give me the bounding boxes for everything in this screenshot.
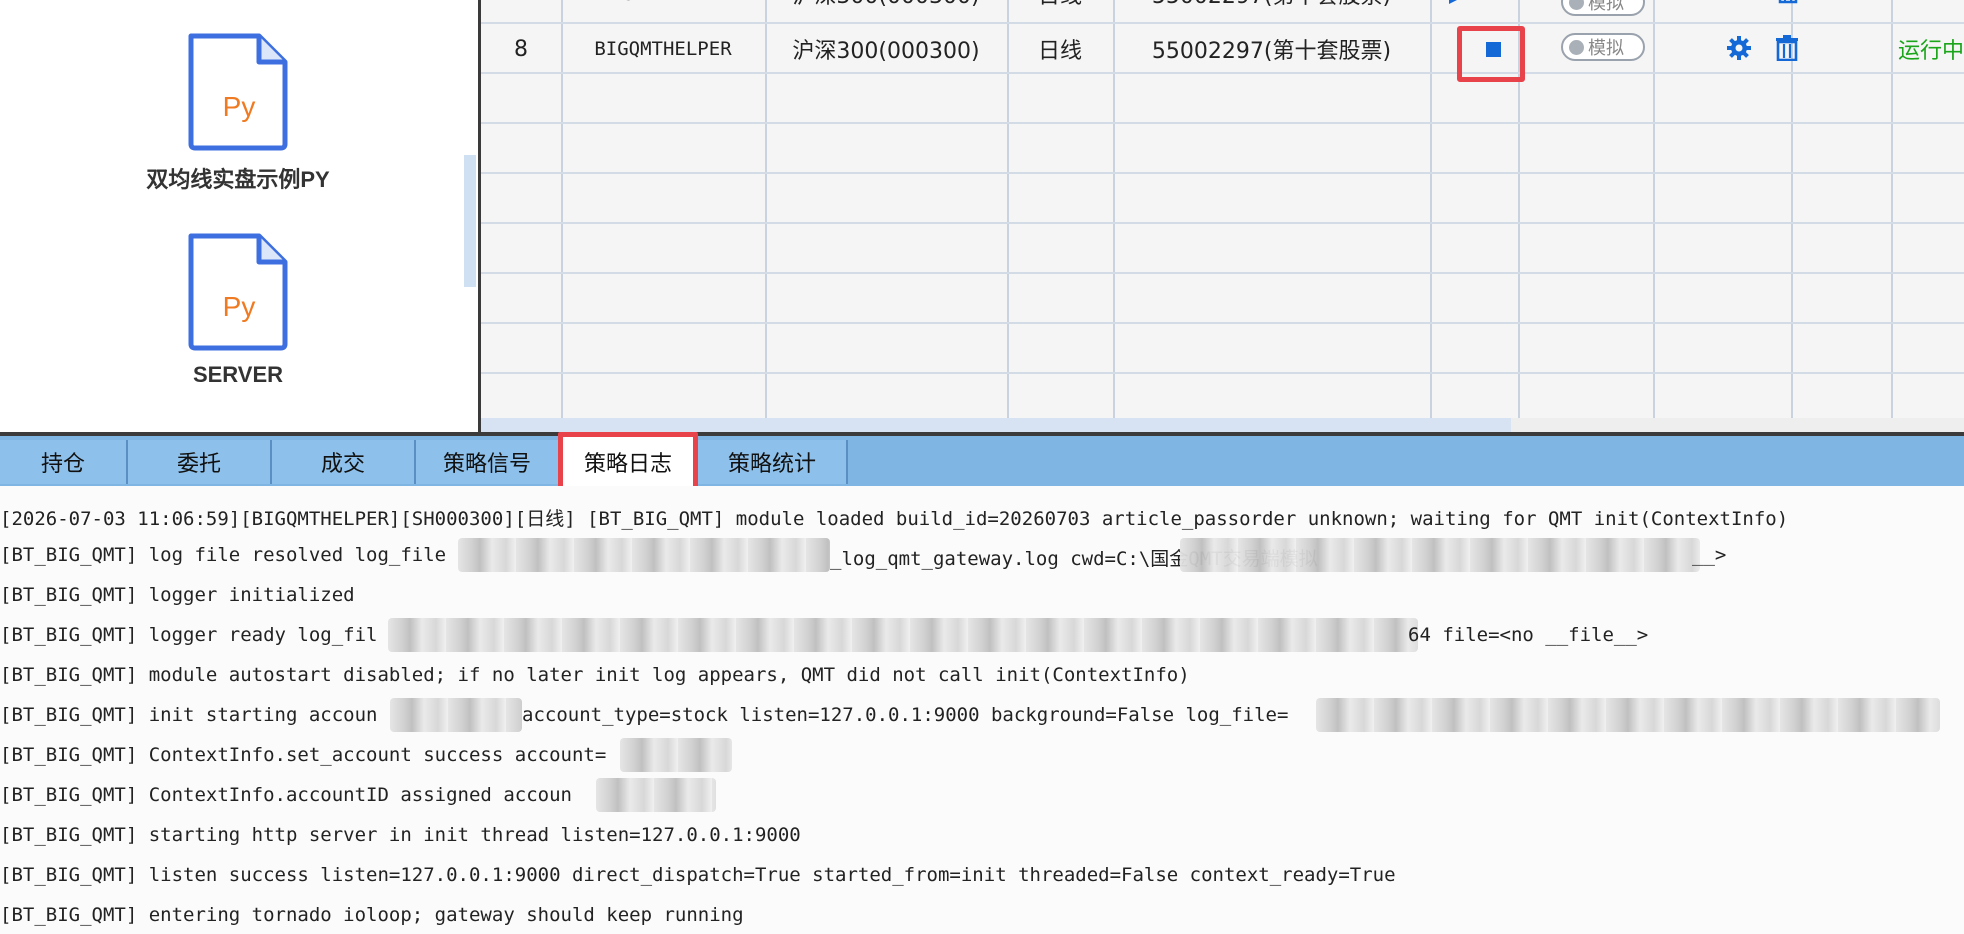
account-cell: 55002297(第十套股票) bbox=[1151, 39, 1392, 64]
toggle-knob bbox=[1569, 39, 1584, 55]
row-divider bbox=[481, 322, 1964, 324]
account-cell: 55002297(第十套股票) bbox=[1113, 0, 1430, 14]
python-file-icon: Py bbox=[188, 233, 288, 351]
redacted-blur bbox=[620, 738, 732, 772]
python-file-icon: Py bbox=[188, 33, 288, 151]
tab-strategy-stats[interactable]: 策略统计 bbox=[698, 440, 848, 484]
sim-toggle[interactable]: 模拟 bbox=[1561, 0, 1645, 16]
horizontal-scrollbar[interactable] bbox=[481, 418, 1511, 432]
row-divider bbox=[481, 222, 1964, 224]
log-line: [BT_BIG_QMT] starting http server in ini… bbox=[0, 824, 801, 846]
file-label: 双均线实盘示例PY bbox=[146, 167, 330, 192]
redacted-blur bbox=[458, 538, 830, 572]
log-line: [BT_BIG_QMT] entering tornado ioloop; ga… bbox=[0, 904, 744, 926]
trash-icon[interactable] bbox=[1775, 35, 1799, 61]
table-column bbox=[1791, 0, 1893, 420]
log-line: __> bbox=[1692, 544, 1727, 566]
redacted-blur bbox=[596, 778, 716, 812]
row-divider bbox=[481, 372, 1964, 374]
play-icon[interactable] bbox=[1445, 0, 1465, 8]
tab-positions[interactable]: 持仓 bbox=[0, 440, 128, 484]
log-line: [BT_BIG_QMT] ContextInfo.accountID assig… bbox=[0, 784, 572, 806]
tab-strategy-log[interactable]: 策略日志 bbox=[558, 432, 698, 492]
log-line: [BT_BIG_QMT] logger ready log_fil bbox=[0, 624, 378, 646]
tab-strategy-signals[interactable]: 策略信号 bbox=[416, 440, 560, 484]
log-line: [BT_BIG_QMT] log file resolved log_file bbox=[0, 544, 447, 566]
toggle-label: 模拟 bbox=[1588, 38, 1624, 59]
toggle-knob bbox=[1569, 0, 1584, 10]
toggle-label: 模拟 bbox=[1588, 0, 1624, 14]
stop-button[interactable] bbox=[1486, 42, 1501, 57]
period-cell: 日线 bbox=[1007, 0, 1113, 14]
log-line: [BT_BIG_QMT] logger initialized bbox=[0, 584, 355, 606]
index-cell: 沪深300(000300) bbox=[792, 39, 980, 64]
python-badge: Py bbox=[223, 91, 256, 122]
gear-icon[interactable] bbox=[1726, 35, 1752, 61]
trash-icon[interactable] bbox=[1778, 0, 1798, 8]
log-line: 64 file=<no __file__> bbox=[1408, 624, 1649, 646]
file-label: SERVER bbox=[192, 362, 284, 387]
strategy-table: SERVER2 沪深300(000300) 日线 55002297(第十套股票)… bbox=[481, 0, 1964, 432]
strategy-name-cell: SERVER2 bbox=[561, 0, 765, 14]
row-divider bbox=[481, 122, 1964, 124]
tab-trades[interactable]: 成交 bbox=[272, 440, 416, 484]
vertical-scrollbar[interactable] bbox=[464, 155, 476, 287]
table-column bbox=[1653, 0, 1793, 420]
redacted-blur bbox=[1316, 698, 1940, 732]
strategy-file-panel: Py 双均线实盘示例PY Py SERVER bbox=[0, 0, 478, 432]
log-line: [BT_BIG_QMT] ContextInfo.set_account suc… bbox=[0, 744, 607, 766]
tab-orders[interactable]: 委托 bbox=[128, 440, 272, 484]
row-number-cell: 8 bbox=[514, 36, 528, 62]
redacted-blur bbox=[388, 618, 1418, 652]
strategy-log-panel: [2026-07-03 11:06:59][BIGQMTHELPER][SH00… bbox=[0, 486, 1964, 934]
bottom-tabbar: 持仓 委托 成交 策略信号 策略日志 策略统计 bbox=[0, 432, 1964, 492]
redacted-blur bbox=[1180, 538, 1700, 572]
row-divider bbox=[481, 272, 1964, 274]
strategy-file-item[interactable]: Py 双均线实盘示例PY bbox=[108, 30, 368, 194]
table-column bbox=[1518, 0, 1655, 420]
python-badge: Py bbox=[223, 291, 256, 322]
row-divider bbox=[481, 172, 1964, 174]
row-divider bbox=[481, 72, 1964, 74]
sim-toggle[interactable]: 模拟 bbox=[1561, 33, 1645, 61]
index-cell: 沪深300(000300) bbox=[765, 0, 1007, 14]
status-running: 运行中 bbox=[1897, 39, 1964, 64]
strategy-file-item[interactable]: Py SERVER bbox=[108, 230, 368, 388]
log-line: [BT_BIG_QMT] init starting accoun bbox=[0, 704, 378, 726]
row-divider bbox=[481, 22, 1964, 24]
log-line: [BT_BIG_QMT] listen success listen=127.0… bbox=[0, 864, 1396, 886]
redacted-blur bbox=[390, 698, 522, 732]
log-line: [BT_BIG_QMT] module autostart disabled; … bbox=[0, 664, 1190, 686]
strategy-name-cell: BIGQMTHELPER bbox=[594, 38, 732, 60]
gear-icon[interactable] bbox=[1728, 0, 1750, 8]
period-cell: 日线 bbox=[1037, 39, 1082, 64]
